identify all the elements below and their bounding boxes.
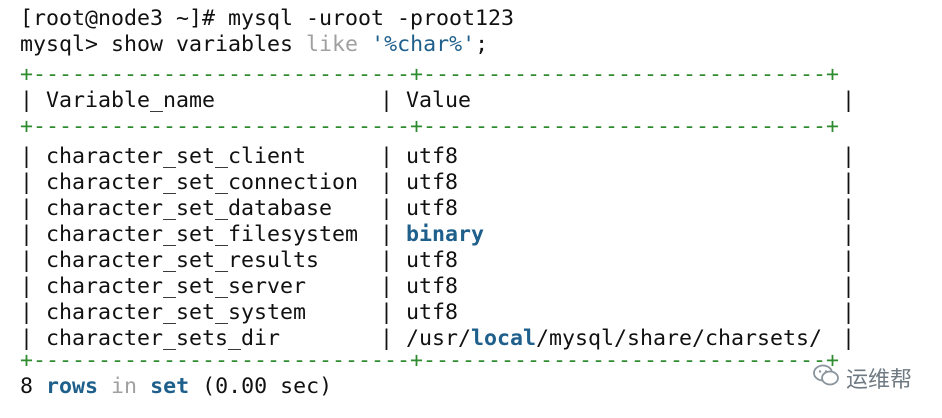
row-right-border: |	[842, 170, 856, 195]
mysql-prompt: mysql>	[20, 32, 112, 57]
keyword-like: like	[306, 32, 359, 57]
table-border-bottom: +-----------------------------+---------…	[20, 348, 840, 373]
table-row-value: | utf8	[380, 300, 459, 325]
shell-command: mysql -uroot -proot123	[228, 6, 515, 31]
variable-name: character_set_server	[46, 274, 307, 299]
table-row-value: | binary	[380, 222, 485, 247]
row-right-border: |	[842, 300, 856, 325]
variable-value: utf8	[406, 196, 459, 221]
mysql-command-line: mysql> show variables like '%char%';	[20, 32, 488, 58]
table-row-value: | utf8	[380, 170, 459, 195]
variable-name: character_set_system	[46, 300, 307, 325]
mysql-query-part: show variables	[111, 32, 307, 57]
table-row: | character_set_system	[20, 300, 307, 325]
query-string: '%char%'	[371, 32, 476, 57]
result-summary: 8 rows in set (0.00 sec)	[20, 374, 332, 400]
variable-value: utf8	[406, 144, 459, 169]
variable-value: utf8	[406, 170, 459, 195]
keyword-set: set	[150, 374, 190, 399]
keyword-in: in	[111, 374, 138, 399]
header-separator: | Value	[380, 88, 472, 113]
table-border-top: +-----------------------------+---------…	[20, 62, 840, 87]
watermark: 运维帮	[812, 362, 912, 394]
variable-name: character_set_database	[46, 196, 333, 221]
row-right-border: |	[842, 196, 856, 221]
table-row: | character_set_connection	[20, 170, 359, 195]
header-variable-name: Variable_name	[46, 88, 216, 113]
table-row-value: | utf8	[380, 144, 459, 169]
shell-command-line: [root@node3 ~]# mysql -uroot -proot123	[20, 6, 514, 32]
table-row: | character_set_database	[20, 196, 333, 221]
table-row: | character_set_client	[20, 144, 307, 169]
table-row-value: | utf8	[380, 196, 459, 221]
row-right-border: |	[842, 144, 856, 169]
watermark-text: 运维帮	[845, 368, 912, 393]
row-right-border: |	[842, 222, 856, 247]
variable-name: character_set_client	[46, 144, 307, 169]
query-terminator: ;	[475, 32, 489, 57]
row-right-border: |	[842, 274, 856, 299]
table-row: | character_set_results	[20, 248, 320, 273]
query-time: (0.00 sec)	[189, 374, 333, 399]
header-value: Value	[406, 88, 472, 113]
variable-value: utf8	[406, 274, 459, 299]
row-right-border: |	[842, 248, 856, 273]
variable-value: binary	[406, 222, 485, 247]
wechat-icon	[812, 363, 840, 393]
shell-prompt: [root@node3 ~]#	[20, 6, 229, 31]
variable-name: character_set_filesystem	[46, 222, 359, 247]
table-row: | character_set_server	[20, 274, 307, 299]
table-header-row: | Variable_name	[20, 88, 216, 113]
keyword-rows: rows	[46, 374, 99, 399]
row-count: 8	[20, 374, 47, 399]
table-row-value: | utf8	[380, 274, 459, 299]
table-border-middle: +-----------------------------+---------…	[20, 114, 840, 139]
header-right-border: |	[842, 88, 856, 113]
variable-name: character_set_results	[46, 248, 320, 273]
variable-value: utf8	[406, 248, 459, 273]
row-right-border: |	[842, 326, 856, 351]
table-row: | character_set_filesystem	[20, 222, 359, 247]
variable-name: character_set_connection	[46, 170, 359, 195]
variable-value: utf8	[406, 300, 459, 325]
table-row-value: | utf8	[380, 248, 459, 273]
